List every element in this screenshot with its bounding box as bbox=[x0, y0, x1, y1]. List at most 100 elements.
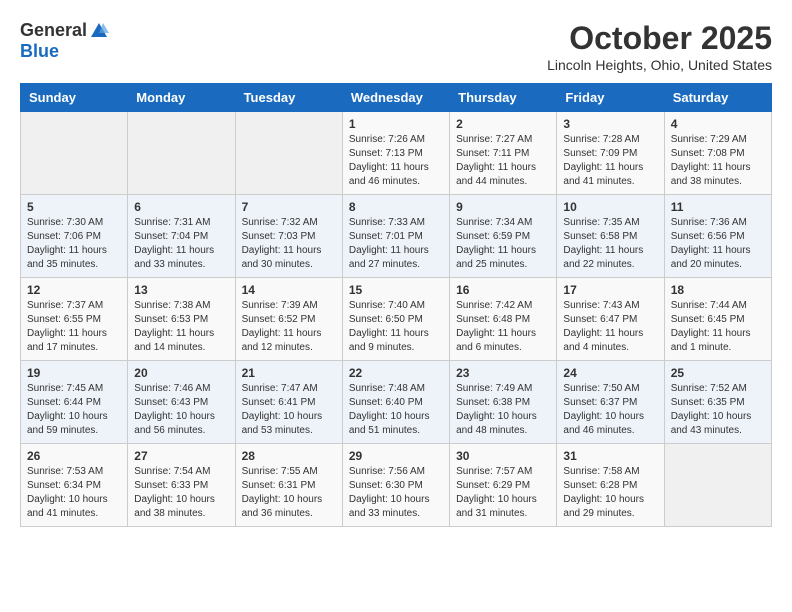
day-info: Sunrise: 7:49 AM Sunset: 6:38 PM Dayligh… bbox=[456, 382, 550, 438]
day-info: Sunrise: 7:38 AM Sunset: 6:53 PM Dayligh… bbox=[134, 299, 228, 355]
day-info: Sunrise: 7:52 AM Sunset: 6:35 PM Dayligh… bbox=[671, 382, 765, 438]
calendar-day-cell: 18 Sunrise: 7:44 AM Sunset: 6:45 PM Dayli… bbox=[664, 278, 771, 361]
calendar-day-cell: 17 Sunrise: 7:43 AM Sunset: 6:47 PM Dayli… bbox=[557, 278, 664, 361]
day-info: Sunrise: 7:50 AM Sunset: 6:37 PM Dayligh… bbox=[563, 382, 657, 438]
day-number: 9 bbox=[456, 200, 550, 214]
day-info: Sunrise: 7:30 AM Sunset: 7:06 PM Dayligh… bbox=[27, 216, 121, 272]
day-info: Sunrise: 7:31 AM Sunset: 7:04 PM Dayligh… bbox=[134, 216, 228, 272]
day-number: 10 bbox=[563, 200, 657, 214]
calendar-day-cell: 23 Sunrise: 7:49 AM Sunset: 6:38 PM Dayli… bbox=[450, 361, 557, 444]
title-section: October 2025 Lincoln Heights, Ohio, Unit… bbox=[547, 20, 772, 73]
day-of-week-header: Tuesday bbox=[235, 84, 342, 112]
day-info: Sunrise: 7:56 AM Sunset: 6:30 PM Dayligh… bbox=[349, 465, 443, 521]
day-info: Sunrise: 7:29 AM Sunset: 7:08 PM Dayligh… bbox=[671, 133, 765, 189]
day-info: Sunrise: 7:32 AM Sunset: 7:03 PM Dayligh… bbox=[242, 216, 336, 272]
calendar-day-cell bbox=[21, 112, 128, 195]
calendar-day-cell: 30 Sunrise: 7:57 AM Sunset: 6:29 PM Dayli… bbox=[450, 444, 557, 527]
calendar-day-cell: 6 Sunrise: 7:31 AM Sunset: 7:04 PM Daylig… bbox=[128, 195, 235, 278]
calendar-table: SundayMondayTuesdayWednesdayThursdayFrid… bbox=[20, 83, 772, 527]
day-info: Sunrise: 7:55 AM Sunset: 6:31 PM Dayligh… bbox=[242, 465, 336, 521]
day-number: 29 bbox=[349, 449, 443, 463]
day-info: Sunrise: 7:57 AM Sunset: 6:29 PM Dayligh… bbox=[456, 465, 550, 521]
day-info: Sunrise: 7:36 AM Sunset: 6:56 PM Dayligh… bbox=[671, 216, 765, 272]
day-number: 20 bbox=[134, 366, 228, 380]
calendar-day-cell bbox=[128, 112, 235, 195]
day-number: 13 bbox=[134, 283, 228, 297]
calendar-day-cell: 15 Sunrise: 7:40 AM Sunset: 6:50 PM Dayli… bbox=[342, 278, 449, 361]
day-info: Sunrise: 7:54 AM Sunset: 6:33 PM Dayligh… bbox=[134, 465, 228, 521]
calendar-day-cell: 12Sunrise: 7:37 AM Sunset: 6:55 PM Dayli… bbox=[21, 278, 128, 361]
day-number: 19 bbox=[27, 366, 121, 380]
day-info: Sunrise: 7:48 AM Sunset: 6:40 PM Dayligh… bbox=[349, 382, 443, 438]
day-info: Sunrise: 7:27 AM Sunset: 7:11 PM Dayligh… bbox=[456, 133, 550, 189]
day-info: Sunrise: 7:39 AM Sunset: 6:52 PM Dayligh… bbox=[242, 299, 336, 355]
day-info: Sunrise: 7:33 AM Sunset: 7:01 PM Dayligh… bbox=[349, 216, 443, 272]
calendar-day-cell bbox=[235, 112, 342, 195]
calendar-day-cell: 8Sunrise: 7:33 AM Sunset: 7:01 PM Daylig… bbox=[342, 195, 449, 278]
calendar-day-cell: 27 Sunrise: 7:54 AM Sunset: 6:33 PM Dayli… bbox=[128, 444, 235, 527]
day-number: 23 bbox=[456, 366, 550, 380]
calendar-day-cell: 11 Sunrise: 7:36 AM Sunset: 6:56 PM Dayli… bbox=[664, 195, 771, 278]
day-info: Sunrise: 7:44 AM Sunset: 6:45 PM Dayligh… bbox=[671, 299, 765, 355]
calendar-day-cell: 4 Sunrise: 7:29 AM Sunset: 7:08 PM Daylig… bbox=[664, 112, 771, 195]
day-number: 30 bbox=[456, 449, 550, 463]
day-number: 6 bbox=[134, 200, 228, 214]
day-of-week-header: Wednesday bbox=[342, 84, 449, 112]
day-info: Sunrise: 7:43 AM Sunset: 6:47 PM Dayligh… bbox=[563, 299, 657, 355]
calendar-week-row: 5 Sunrise: 7:30 AM Sunset: 7:06 PM Daylig… bbox=[21, 195, 772, 278]
header: General Blue October 2025 Lincoln Height… bbox=[20, 20, 772, 73]
day-number: 16 bbox=[456, 283, 550, 297]
day-number: 25 bbox=[671, 366, 765, 380]
calendar-week-row: 12Sunrise: 7:37 AM Sunset: 6:55 PM Dayli… bbox=[21, 278, 772, 361]
calendar-day-cell: 20Sunrise: 7:46 AM Sunset: 6:43 PM Dayli… bbox=[128, 361, 235, 444]
day-number: 3 bbox=[563, 117, 657, 131]
day-info: Sunrise: 7:28 AM Sunset: 7:09 PM Dayligh… bbox=[563, 133, 657, 189]
calendar-day-cell: 14Sunrise: 7:39 AM Sunset: 6:52 PM Dayli… bbox=[235, 278, 342, 361]
calendar-day-cell: 9 Sunrise: 7:34 AM Sunset: 6:59 PM Daylig… bbox=[450, 195, 557, 278]
calendar-day-cell: 2 Sunrise: 7:27 AM Sunset: 7:11 PM Daylig… bbox=[450, 112, 557, 195]
day-number: 31 bbox=[563, 449, 657, 463]
day-number: 5 bbox=[27, 200, 121, 214]
calendar-day-cell: 19 Sunrise: 7:45 AM Sunset: 6:44 PM Dayli… bbox=[21, 361, 128, 444]
logo-general-text: General bbox=[20, 20, 87, 41]
day-number: 4 bbox=[671, 117, 765, 131]
day-number: 11 bbox=[671, 200, 765, 214]
calendar-day-cell: 21Sunrise: 7:47 AM Sunset: 6:41 PM Dayli… bbox=[235, 361, 342, 444]
calendar-week-row: 1 Sunrise: 7:26 AM Sunset: 7:13 PM Daylig… bbox=[21, 112, 772, 195]
day-info: Sunrise: 7:35 AM Sunset: 6:58 PM Dayligh… bbox=[563, 216, 657, 272]
calendar-header-row: SundayMondayTuesdayWednesdayThursdayFrid… bbox=[21, 84, 772, 112]
day-number: 15 bbox=[349, 283, 443, 297]
calendar-day-cell: 3 Sunrise: 7:28 AM Sunset: 7:09 PM Daylig… bbox=[557, 112, 664, 195]
day-info: Sunrise: 7:47 AM Sunset: 6:41 PM Dayligh… bbox=[242, 382, 336, 438]
day-of-week-header: Thursday bbox=[450, 84, 557, 112]
day-of-week-header: Sunday bbox=[21, 84, 128, 112]
day-number: 28 bbox=[242, 449, 336, 463]
calendar-day-cell: 25 Sunrise: 7:52 AM Sunset: 6:35 PM Dayli… bbox=[664, 361, 771, 444]
calendar-day-cell: 31 Sunrise: 7:58 AM Sunset: 6:28 PM Dayli… bbox=[557, 444, 664, 527]
day-info: Sunrise: 7:40 AM Sunset: 6:50 PM Dayligh… bbox=[349, 299, 443, 355]
day-info: Sunrise: 7:34 AM Sunset: 6:59 PM Dayligh… bbox=[456, 216, 550, 272]
day-of-week-header: Friday bbox=[557, 84, 664, 112]
day-info: Sunrise: 7:26 AM Sunset: 7:13 PM Dayligh… bbox=[349, 133, 443, 189]
day-number: 1 bbox=[349, 117, 443, 131]
day-number: 26 bbox=[27, 449, 121, 463]
calendar-week-row: 26Sunrise: 7:53 AM Sunset: 6:34 PM Dayli… bbox=[21, 444, 772, 527]
day-number: 27 bbox=[134, 449, 228, 463]
calendar-day-cell bbox=[664, 444, 771, 527]
calendar-day-cell: 10 Sunrise: 7:35 AM Sunset: 6:58 PM Dayli… bbox=[557, 195, 664, 278]
day-number: 2 bbox=[456, 117, 550, 131]
month-title: October 2025 bbox=[547, 20, 772, 57]
calendar-day-cell: 16 Sunrise: 7:42 AM Sunset: 6:48 PM Dayli… bbox=[450, 278, 557, 361]
day-info: Sunrise: 7:58 AM Sunset: 6:28 PM Dayligh… bbox=[563, 465, 657, 521]
logo-icon bbox=[89, 21, 109, 41]
day-number: 7 bbox=[242, 200, 336, 214]
day-info: Sunrise: 7:45 AM Sunset: 6:44 PM Dayligh… bbox=[27, 382, 121, 438]
day-number: 12 bbox=[27, 283, 121, 297]
day-of-week-header: Saturday bbox=[664, 84, 771, 112]
calendar-day-cell: 28 Sunrise: 7:55 AM Sunset: 6:31 PM Dayli… bbox=[235, 444, 342, 527]
day-number: 17 bbox=[563, 283, 657, 297]
day-info: Sunrise: 7:42 AM Sunset: 6:48 PM Dayligh… bbox=[456, 299, 550, 355]
day-number: 24 bbox=[563, 366, 657, 380]
calendar-day-cell: 7 Sunrise: 7:32 AM Sunset: 7:03 PM Daylig… bbox=[235, 195, 342, 278]
day-number: 18 bbox=[671, 283, 765, 297]
